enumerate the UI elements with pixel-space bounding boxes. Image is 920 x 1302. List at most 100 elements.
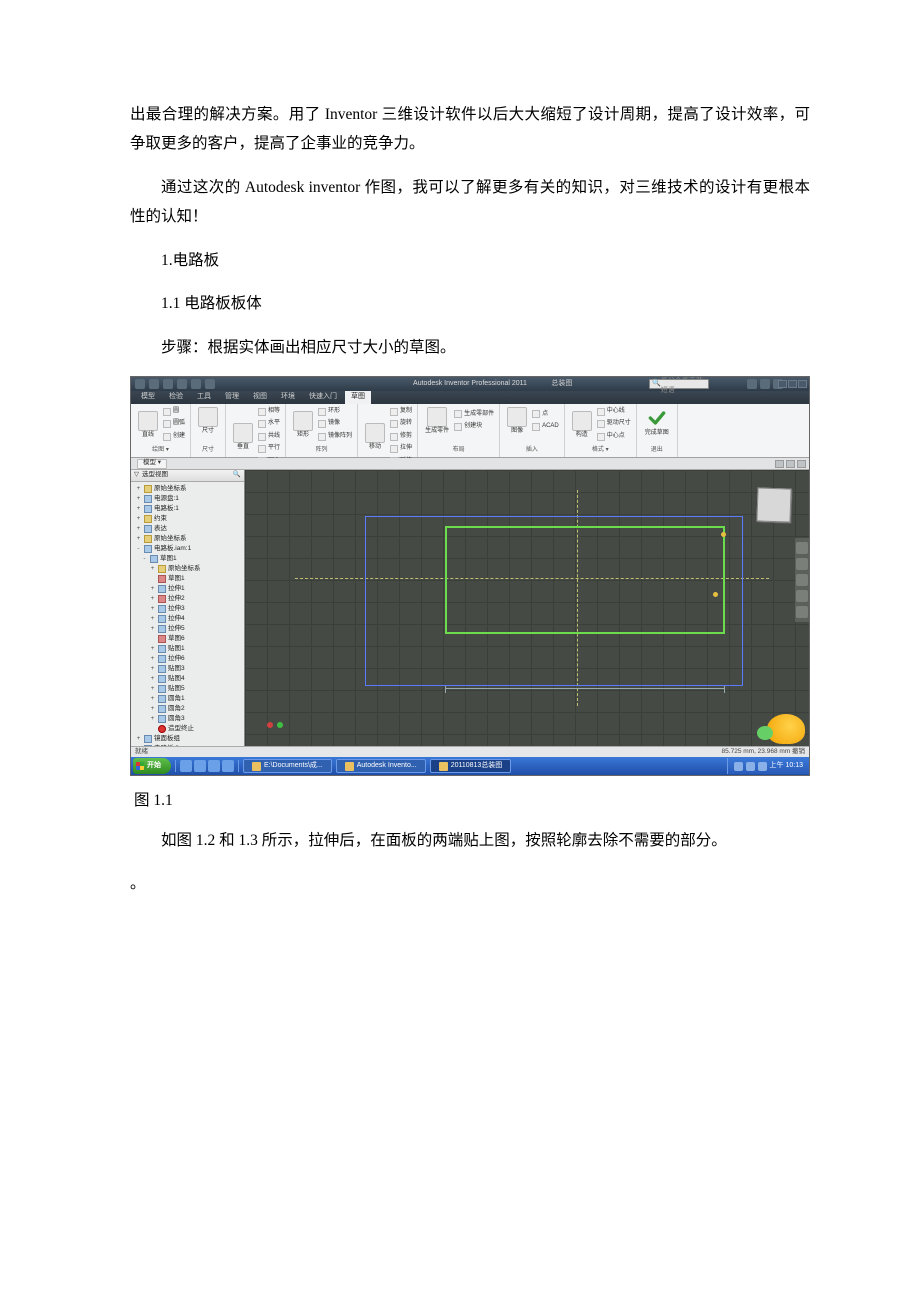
mdi-minimize-button[interactable] [775,460,784,468]
tree-cube-icon [144,495,152,503]
ribbon-button-圆弧[interactable]: 圆弧 [163,418,185,429]
ql-icon[interactable] [208,760,220,772]
tree-sk-icon [158,595,166,603]
tree-cube-icon [158,605,166,613]
lookat-icon[interactable] [796,606,808,618]
qat-print-icon[interactable] [205,379,215,389]
ribbon-button-构造[interactable]: 构造 [570,410,594,439]
graphics-canvas[interactable] [245,470,809,746]
main-area: ▽ 选型视图 🔍 +原始坐标系+电源盘:1+电路板:1+约束+表达+原始坐标系-… [131,470,809,746]
ribbon-button-相等[interactable]: 相等 [258,406,280,417]
browser-search-icon[interactable]: 🔍 [233,470,241,482]
tree-node[interactable]: -电路板.iam:1 [133,544,244,554]
start-button[interactable]: 开始 [133,758,171,774]
tray-icon[interactable] [734,762,743,771]
ribbon-button-生成零部件[interactable]: 生成零部件 [454,409,494,420]
sketch-rectangle[interactable] [445,526,725,634]
ribbon-button-中心线[interactable]: 中心线 [597,406,631,417]
ribbon-button-镜像阵列[interactable]: 镜像阵列 [318,431,352,442]
mdi-close-button[interactable] [797,460,806,468]
ribbon-button-水平[interactable]: 水平 [258,418,280,429]
ribbon-button-镜像[interactable]: 镜像 [318,418,352,429]
qat-undo-icon[interactable] [163,379,173,389]
ribbon-button-圆[interactable]: 圆 [163,406,185,417]
qat-save-icon[interactable] [149,379,159,389]
ql-icon[interactable] [222,760,234,772]
qat-app-icon[interactable] [135,379,145,389]
ribbon-button-图像[interactable]: 图像 [505,406,529,435]
tree-twisty-icon[interactable]: + [149,713,156,725]
ribbon-button-复制[interactable]: 复制 [390,406,412,417]
ribbon-button-创建[interactable]: 创建 [163,431,185,442]
ribbon-button-拉伸[interactable]: 拉伸 [390,443,412,454]
ACAD-icon [532,423,540,431]
browser-mode-label[interactable]: 选型视图 [142,470,168,482]
tray-icon[interactable] [746,762,755,771]
ribbon-button-完成草图[interactable]: 完成草图 [642,406,672,437]
tray-icon[interactable] [758,762,767,771]
ribbon-button-垂直[interactable]: 垂直 [231,422,255,451]
filter-icon[interactable]: ▽ [134,470,139,482]
ribbon-button-label: 平行 [268,443,280,454]
ribbon-button-label: 镜像阵列 [328,431,352,442]
tree-node[interactable]: +拉伸5 [133,624,244,634]
close-button[interactable] [798,380,807,388]
ribbon-button-直线[interactable]: 直线 [136,410,160,439]
tree-node[interactable]: +镜面板组 [133,734,244,744]
finish-sketch-button[interactable] [644,407,670,429]
ribbon-button-label: 直线 [142,432,154,438]
ribbon-button-点[interactable]: 点 [532,409,559,420]
model-browser[interactable]: ▽ 选型视图 🔍 +原始坐标系+电源盘:1+电路板:1+约束+表达+原始坐标系-… [131,470,245,746]
ribbon-button-修剪[interactable]: 修剪 [390,431,412,442]
ribbon-button-环形[interactable]: 环形 [318,406,352,417]
tree-twisty-icon[interactable]: + [149,563,156,575]
ribbon-button-共线[interactable]: 共线 [258,431,280,442]
view-cube[interactable] [756,487,791,522]
pan-icon[interactable] [796,558,808,570]
taskbar-button[interactable]: E:\Documents\成... [243,759,332,773]
tree-sk-icon [158,575,166,583]
ribbon-button-生成零件[interactable]: 生成零件 [423,406,451,435]
browser-tree[interactable]: +原始坐标系+电源盘:1+电路板:1+约束+表达+原始坐标系-电路板.iam:1… [131,482,244,746]
ribbon-button-矩形[interactable]: 矩形 [291,410,315,439]
clock: 上午 10:13 [770,759,803,772]
taskbar-button[interactable]: 20110813总装图 [430,759,512,773]
tree-node[interactable]: +原始坐标系 [133,484,244,494]
zoom-icon[interactable] [796,574,808,586]
tree-node[interactable]: +约束 [133,514,244,524]
info-icon[interactable] [747,379,757,389]
tree-node[interactable]: +电路板:1 [133,504,244,514]
镜像-icon [318,420,326,428]
ribbon-button-旋转[interactable]: 旋转 [390,418,412,429]
tree-twisty-icon[interactable]: - [141,553,148,565]
tree-node[interactable]: +表达 [133,524,244,534]
taskbar-button[interactable]: Autodesk Invento... [336,759,426,773]
tree-node[interactable]: +电源盘:1 [133,494,244,504]
ribbon-button-驱动尺寸[interactable]: 驱动尺寸 [597,418,631,429]
tree-twisty-icon[interactable]: + [149,623,156,635]
tree-node[interactable]: +原始坐标系 [133,564,244,574]
orbit-icon[interactable] [796,590,808,602]
browser-mode-chip[interactable]: 模型 ▾ [137,459,167,469]
ribbon-button-移动[interactable]: 移动 [363,422,387,451]
home-view-icon[interactable] [796,542,808,554]
ribbon-button-label: 生成零部件 [464,409,494,420]
help-search-input[interactable]: 🔍 键入关键字或短语 [649,379,709,389]
mdi-maximize-button[interactable] [786,460,795,468]
dimension-line[interactable] [445,688,725,698]
maximize-button[interactable] [788,380,797,388]
ribbon-button-中心点[interactable]: 中心点 [597,431,631,442]
ribbon-button-平行[interactable]: 平行 [258,443,280,454]
ribbon-button-创建块[interactable]: 创建块 [454,421,494,432]
ribbon-button-尺寸[interactable]: 尺寸 [196,406,220,435]
qat-redo-icon[interactable] [177,379,187,389]
minimize-button[interactable] [778,380,787,388]
qat-open-icon[interactable] [191,379,201,389]
tree-node[interactable]: 造型终止 [133,724,244,734]
quick-access-toolbar[interactable] [131,379,215,389]
step-text: 步骤：根据实体画出相应尺寸大小的草图。 [130,333,810,362]
star-icon[interactable] [760,379,770,389]
ql-icon[interactable] [180,760,192,772]
ribbon-button-ACAD[interactable]: ACAD [532,421,559,432]
ql-icon[interactable] [194,760,206,772]
